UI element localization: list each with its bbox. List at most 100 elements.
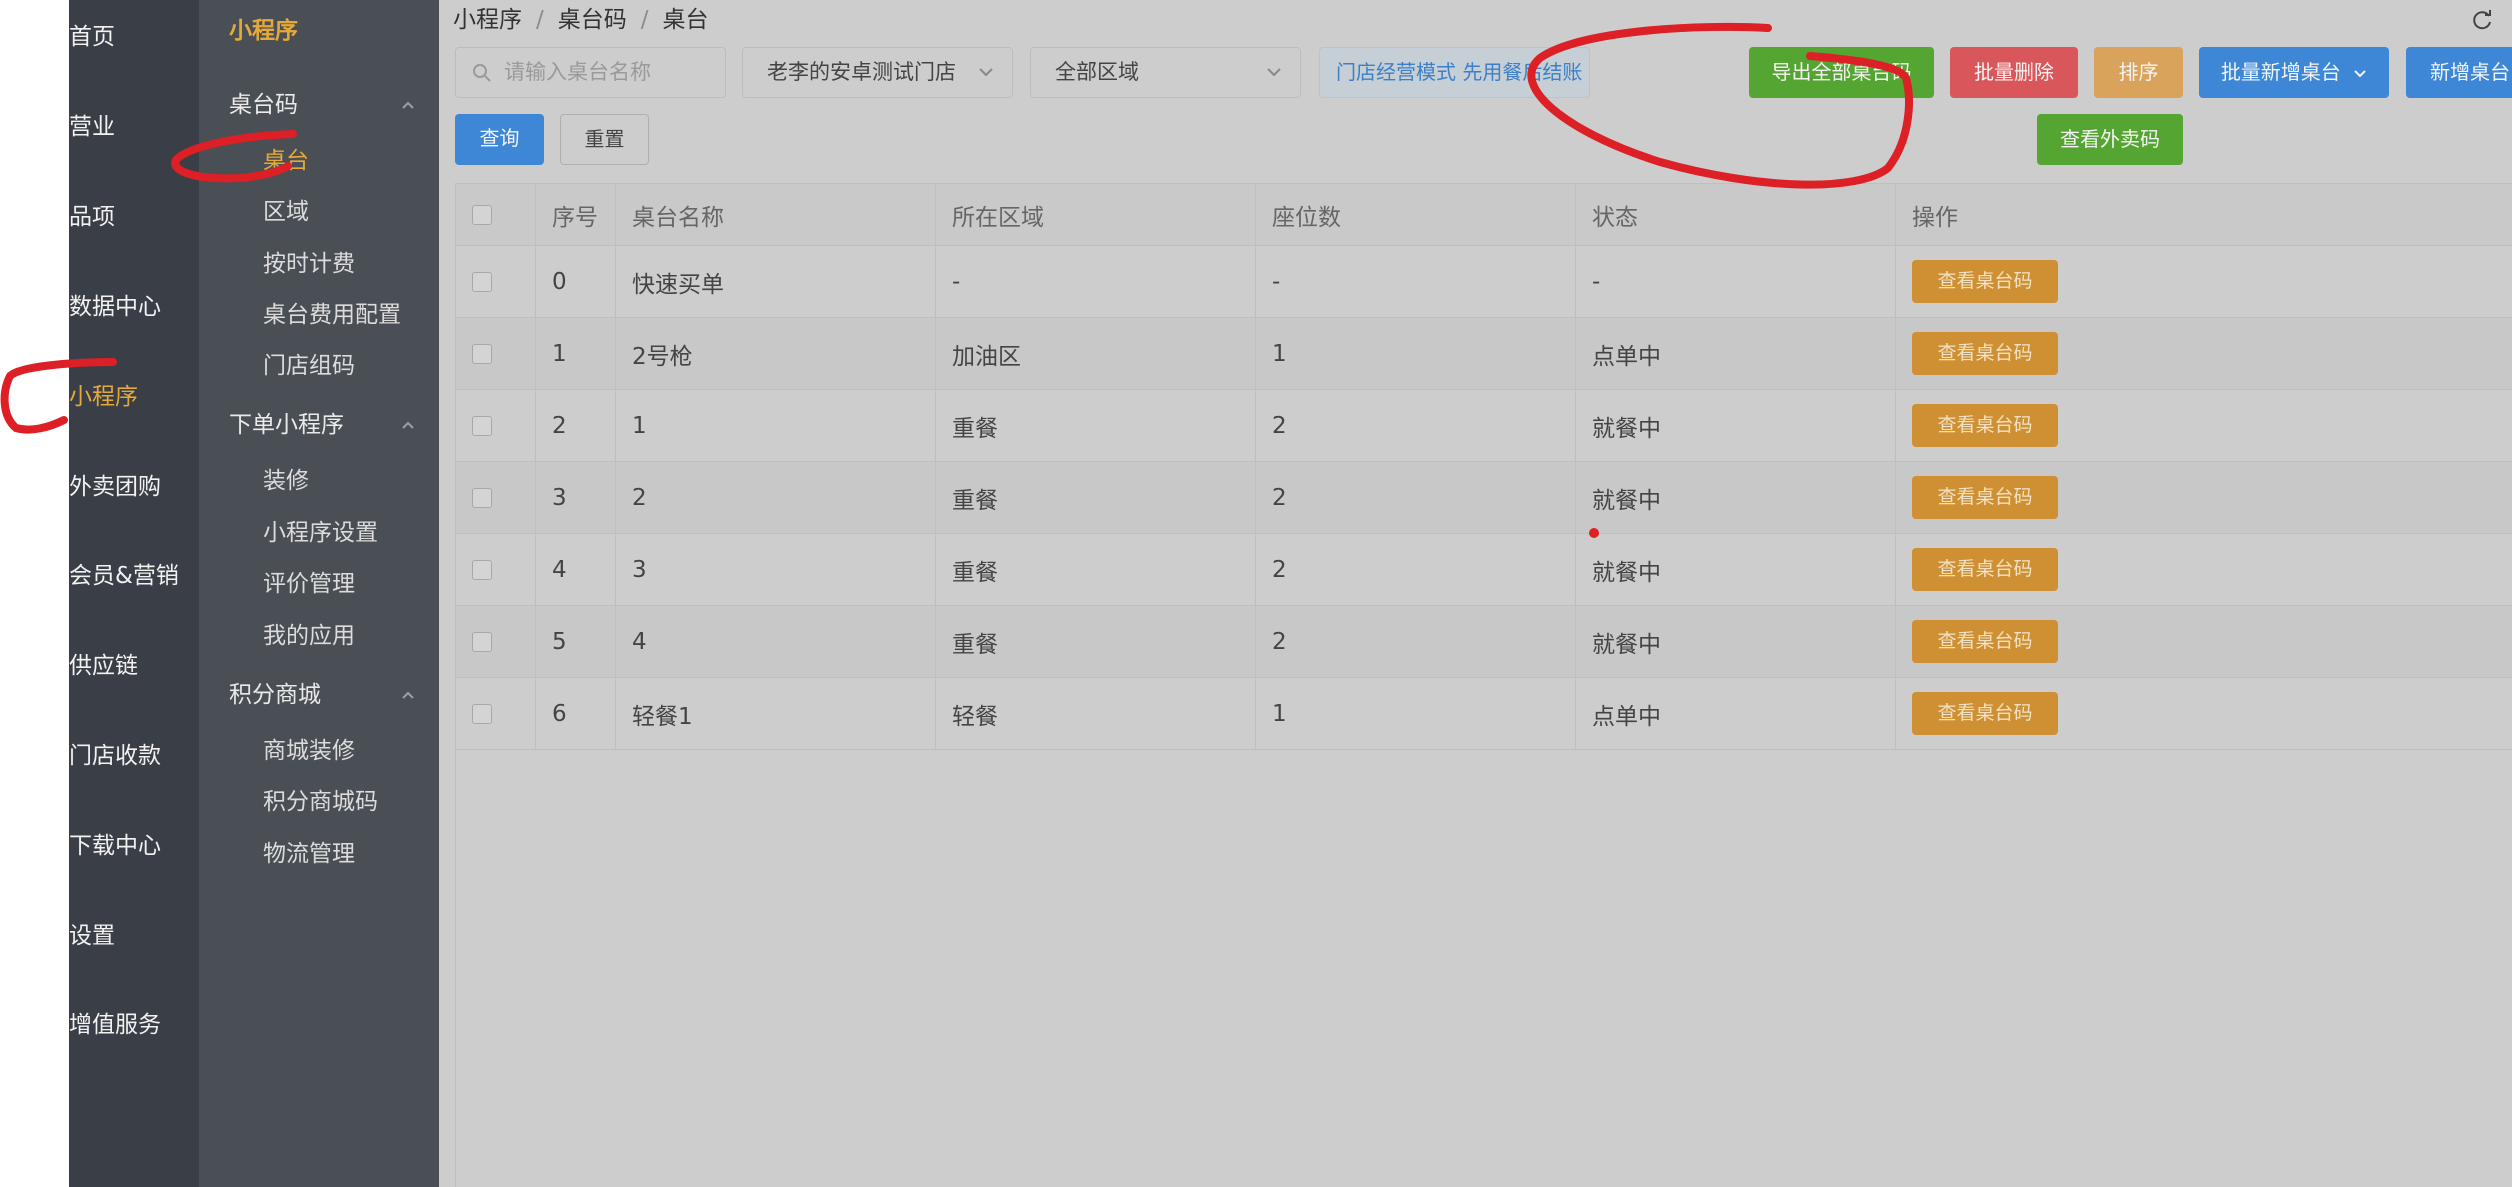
primary-sidebar: 首页 营业 品项 数据中心 小程序 外卖团购 会员&营销 供应链 门店收款 下载… [69, 0, 199, 1187]
index-cell: 6 [536, 678, 616, 749]
view-table-code-button[interactable]: 查看桌台码 [1912, 692, 2058, 735]
row-checkbox-cell [456, 606, 536, 677]
subnav-item-miniprogram-settings[interactable]: 小程序设置 [263, 518, 378, 548]
subnav-item-table-fee-config[interactable]: 桌台费用配置 [263, 300, 401, 330]
action-cell: 查看桌台码 [1896, 606, 2512, 677]
view-table-code-button[interactable]: 查看桌台码 [1912, 620, 2058, 663]
subnav-item-my-apps[interactable]: 我的应用 [263, 621, 355, 651]
table-row: 2 1 重餐 2 就餐中 查看桌台码 [456, 390, 2512, 462]
breadcrumb-item[interactable]: 桌台码 [558, 7, 627, 33]
action-cell: 查看桌台码 [1896, 678, 2512, 749]
action-cell: 查看桌台码 [1896, 534, 2512, 605]
search-icon [473, 64, 491, 82]
column-header: 所在区域 [936, 184, 1256, 245]
seats-cell: 2 [1256, 606, 1576, 677]
batch-delete-button[interactable]: 批量删除 [1950, 47, 2078, 98]
view-table-code-button[interactable]: 查看桌台码 [1912, 476, 2058, 519]
action-cell: 查看桌台码 [1896, 246, 2512, 317]
view-table-code-button[interactable]: 查看桌台码 [1912, 548, 2058, 591]
area-select[interactable]: 全部区域 [1030, 47, 1301, 98]
subnav-item-points-mall-code[interactable]: 积分商城码 [263, 787, 378, 817]
select-all-checkbox[interactable] [472, 204, 492, 225]
table-row: 1 2号枪 加油区 1 点单中 查看桌台码 [456, 318, 2512, 390]
row-checkbox-cell [456, 534, 536, 605]
subnav-item-logistics[interactable]: 物流管理 [263, 839, 355, 869]
chevron-up-icon[interactable] [401, 98, 415, 112]
action-cell: 查看桌台码 [1896, 390, 2512, 461]
area-cell: 重餐 [936, 390, 1256, 461]
search-placeholder: 请输入桌台名称 [504, 60, 651, 84]
column-header: 座位数 [1256, 184, 1576, 245]
area-cell: 重餐 [936, 462, 1256, 533]
row-checkbox[interactable] [472, 631, 492, 652]
row-checkbox[interactable] [472, 703, 492, 724]
column-header: 操作 [1912, 204, 1958, 231]
subnav-item-tables[interactable]: 桌台 [263, 146, 309, 176]
subnav-group-table-code[interactable]: 桌台码 [229, 90, 298, 120]
row-checkbox[interactable] [472, 487, 492, 508]
index-cell: 5 [536, 606, 616, 677]
chevron-down-icon [2354, 70, 2366, 78]
view-table-code-button[interactable]: 查看桌台码 [1912, 332, 2058, 375]
area-cell: 重餐 [936, 606, 1256, 677]
table-name-cell: 4 [616, 606, 936, 677]
subnav-item-decoration[interactable]: 装修 [263, 466, 309, 496]
table-row: 0 快速买单 - - - 查看桌台码 [456, 246, 2512, 318]
subnav-item-hourly-billing[interactable]: 按时计费 [263, 249, 355, 279]
subnav-group-points-mall[interactable]: 积分商城 [229, 680, 321, 710]
subnav-group-order-miniprogram[interactable]: 下单小程序 [229, 410, 344, 440]
nav-item-home[interactable]: 首页 [69, 22, 199, 52]
breadcrumb-item[interactable]: 小程序 [453, 7, 522, 33]
nav-item-download-center[interactable]: 下载中心 [69, 831, 199, 861]
nav-item-products[interactable]: 品项 [69, 202, 199, 232]
export-all-button[interactable]: 导出全部桌台码 [1749, 47, 1934, 98]
nav-item-business[interactable]: 营业 [69, 112, 199, 142]
add-table-button[interactable]: 新增桌台 [2406, 47, 2512, 98]
nav-item-takeout[interactable]: 外卖团购 [69, 472, 199, 502]
view-table-code-button[interactable]: 查看桌台码 [1912, 260, 2058, 303]
subnav-item-store-group-code[interactable]: 门店组码 [263, 351, 355, 381]
query-button[interactable]: 查询 [455, 114, 544, 165]
seats-cell: 1 [1256, 318, 1576, 389]
status-cell: 点单中 [1576, 318, 1896, 389]
table-row: 4 3 重餐 2 就餐中 查看桌台码 [456, 534, 2512, 606]
subnav-item-areas[interactable]: 区域 [263, 197, 309, 227]
refresh-icon[interactable] [2470, 8, 2494, 32]
view-takeout-code-button[interactable]: 查看外卖码 [2037, 114, 2183, 165]
nav-item-data-center[interactable]: 数据中心 [69, 292, 199, 322]
row-checkbox[interactable] [472, 343, 492, 364]
subnav-item-review-management[interactable]: 评价管理 [263, 569, 355, 599]
breadcrumb: 小程序 / 桌台码 / 桌台 [453, 7, 709, 33]
seats-cell: - [1256, 246, 1576, 317]
nav-item-store-payment[interactable]: 门店收款 [69, 741, 199, 771]
table-name-cell: 3 [616, 534, 936, 605]
table-row: 5 4 重餐 2 就餐中 查看桌台码 [456, 606, 2512, 678]
sort-button[interactable]: 排序 [2094, 47, 2183, 98]
subnav-item-mall-decoration[interactable]: 商城装修 [263, 736, 355, 766]
nav-item-value-added[interactable]: 增值服务 [69, 1010, 199, 1040]
status-cell: 就餐中 [1576, 390, 1896, 461]
search-input[interactable]: 请输入桌台名称 [455, 47, 726, 98]
nav-item-marketing[interactable]: 会员&营销 [69, 561, 199, 591]
view-table-code-button[interactable]: 查看桌台码 [1912, 404, 2058, 447]
nav-item-settings[interactable]: 设置 [69, 921, 199, 951]
reset-button[interactable]: 重置 [560, 114, 649, 165]
batch-add-button[interactable]: 批量新增桌台 [2199, 47, 2389, 98]
store-select[interactable]: 老李的安卓测试门店 [742, 47, 1013, 98]
row-checkbox[interactable] [472, 559, 492, 580]
nav-item-miniprogram[interactable]: 小程序 [69, 382, 199, 412]
chevron-down-icon [1267, 68, 1281, 77]
chevron-up-icon[interactable] [401, 688, 415, 702]
row-checkbox[interactable] [472, 415, 492, 436]
row-checkbox-cell [456, 462, 536, 533]
action-cell: 查看桌台码 [1896, 318, 2512, 389]
nav-item-supply-chain[interactable]: 供应链 [69, 651, 199, 681]
area-cell: 重餐 [936, 534, 1256, 605]
area-cell: 加油区 [936, 318, 1256, 389]
chevron-up-icon[interactable] [401, 418, 415, 432]
row-checkbox-cell [456, 246, 536, 317]
row-checkbox[interactable] [472, 271, 492, 292]
seats-cell: 2 [1256, 390, 1576, 461]
area-cell: - [936, 246, 1256, 317]
row-checkbox-cell [456, 390, 536, 461]
